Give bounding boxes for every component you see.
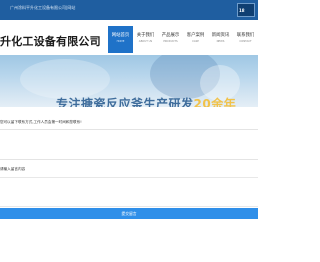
nav-sub: CONTACT	[239, 40, 252, 43]
header: 升化工设备有限公司 网站首页 HOME 关于我们 ABOUT US 产品展示 P…	[0, 20, 258, 55]
nav-label: 网站首页	[111, 33, 130, 38]
nav-item-news[interactable]: 新闻资讯 NEWS	[208, 26, 233, 53]
nav-sub: CASE	[192, 40, 199, 43]
submit-button-label: 提交留言	[121, 211, 137, 216]
nav-item-cases[interactable]: 客户案例 CASE	[183, 26, 208, 53]
hero-banner: 专注搪瓷反应釜生产研发20余年	[0, 55, 258, 107]
top-bar-text: 广州涂料平升化工设备有限公司|网站	[10, 5, 76, 10]
message-field-label: 请输入留言内容	[0, 167, 26, 171]
nav-label: 客户案例	[186, 33, 205, 38]
nav-sub: PRODUCTS	[163, 40, 178, 43]
nav-label: 新闻资讯	[211, 33, 230, 38]
nav-label: 产品展示	[161, 33, 180, 38]
banner-decoration	[20, 59, 110, 99]
nav-item-home[interactable]: 网站首页 HOME	[108, 26, 133, 53]
top-bar: 广州涂料平升化工设备有限公司|网站 18	[0, 0, 258, 20]
nav-item-products[interactable]: 产品展示 PRODUCTS	[158, 26, 183, 53]
field-divider	[0, 159, 258, 160]
top-bar-logo-text: 18	[239, 8, 245, 13]
message-input[interactable]	[0, 177, 258, 207]
banner-slogan-main: 专注搪瓷反应釜生产研发	[56, 97, 194, 107]
nav-sub: HOME	[116, 40, 125, 43]
submit-button[interactable]: 提交留言	[0, 208, 258, 219]
nav-sub: ABOUT US	[138, 40, 153, 43]
top-bar-logo[interactable]: 18	[237, 3, 255, 17]
banner-slogan: 专注搪瓷反应釜生产研发20余年	[56, 95, 236, 107]
company-name: 升化工设备有限公司	[0, 35, 101, 48]
nav-item-about[interactable]: 关于我们 ABOUT US	[133, 26, 158, 53]
main-nav: 网站首页 HOME 关于我们 ABOUT US 产品展示 PRODUCTS 客户…	[108, 26, 258, 53]
nav-label: 关于我们	[136, 33, 155, 38]
form-prompt: 您可以留下联系方式,工作人员会第一时间和您联系!	[0, 120, 82, 124]
message-form: 您可以留下联系方式,工作人员会第一时间和您联系! 请输入留言内容 提交留言	[0, 107, 258, 262]
nav-label: 联系我们	[236, 33, 255, 38]
nav-item-contact[interactable]: 联系我们 CONTACT	[233, 26, 258, 53]
nav-sub: NEWS	[216, 40, 225, 43]
banner-slogan-highlight: 20余年	[193, 97, 237, 107]
contact-field[interactable]	[0, 129, 258, 130]
page: 广州涂料平升化工设备有限公司|网站 18 升化工设备有限公司 网站首页 HOME…	[0, 0, 258, 262]
